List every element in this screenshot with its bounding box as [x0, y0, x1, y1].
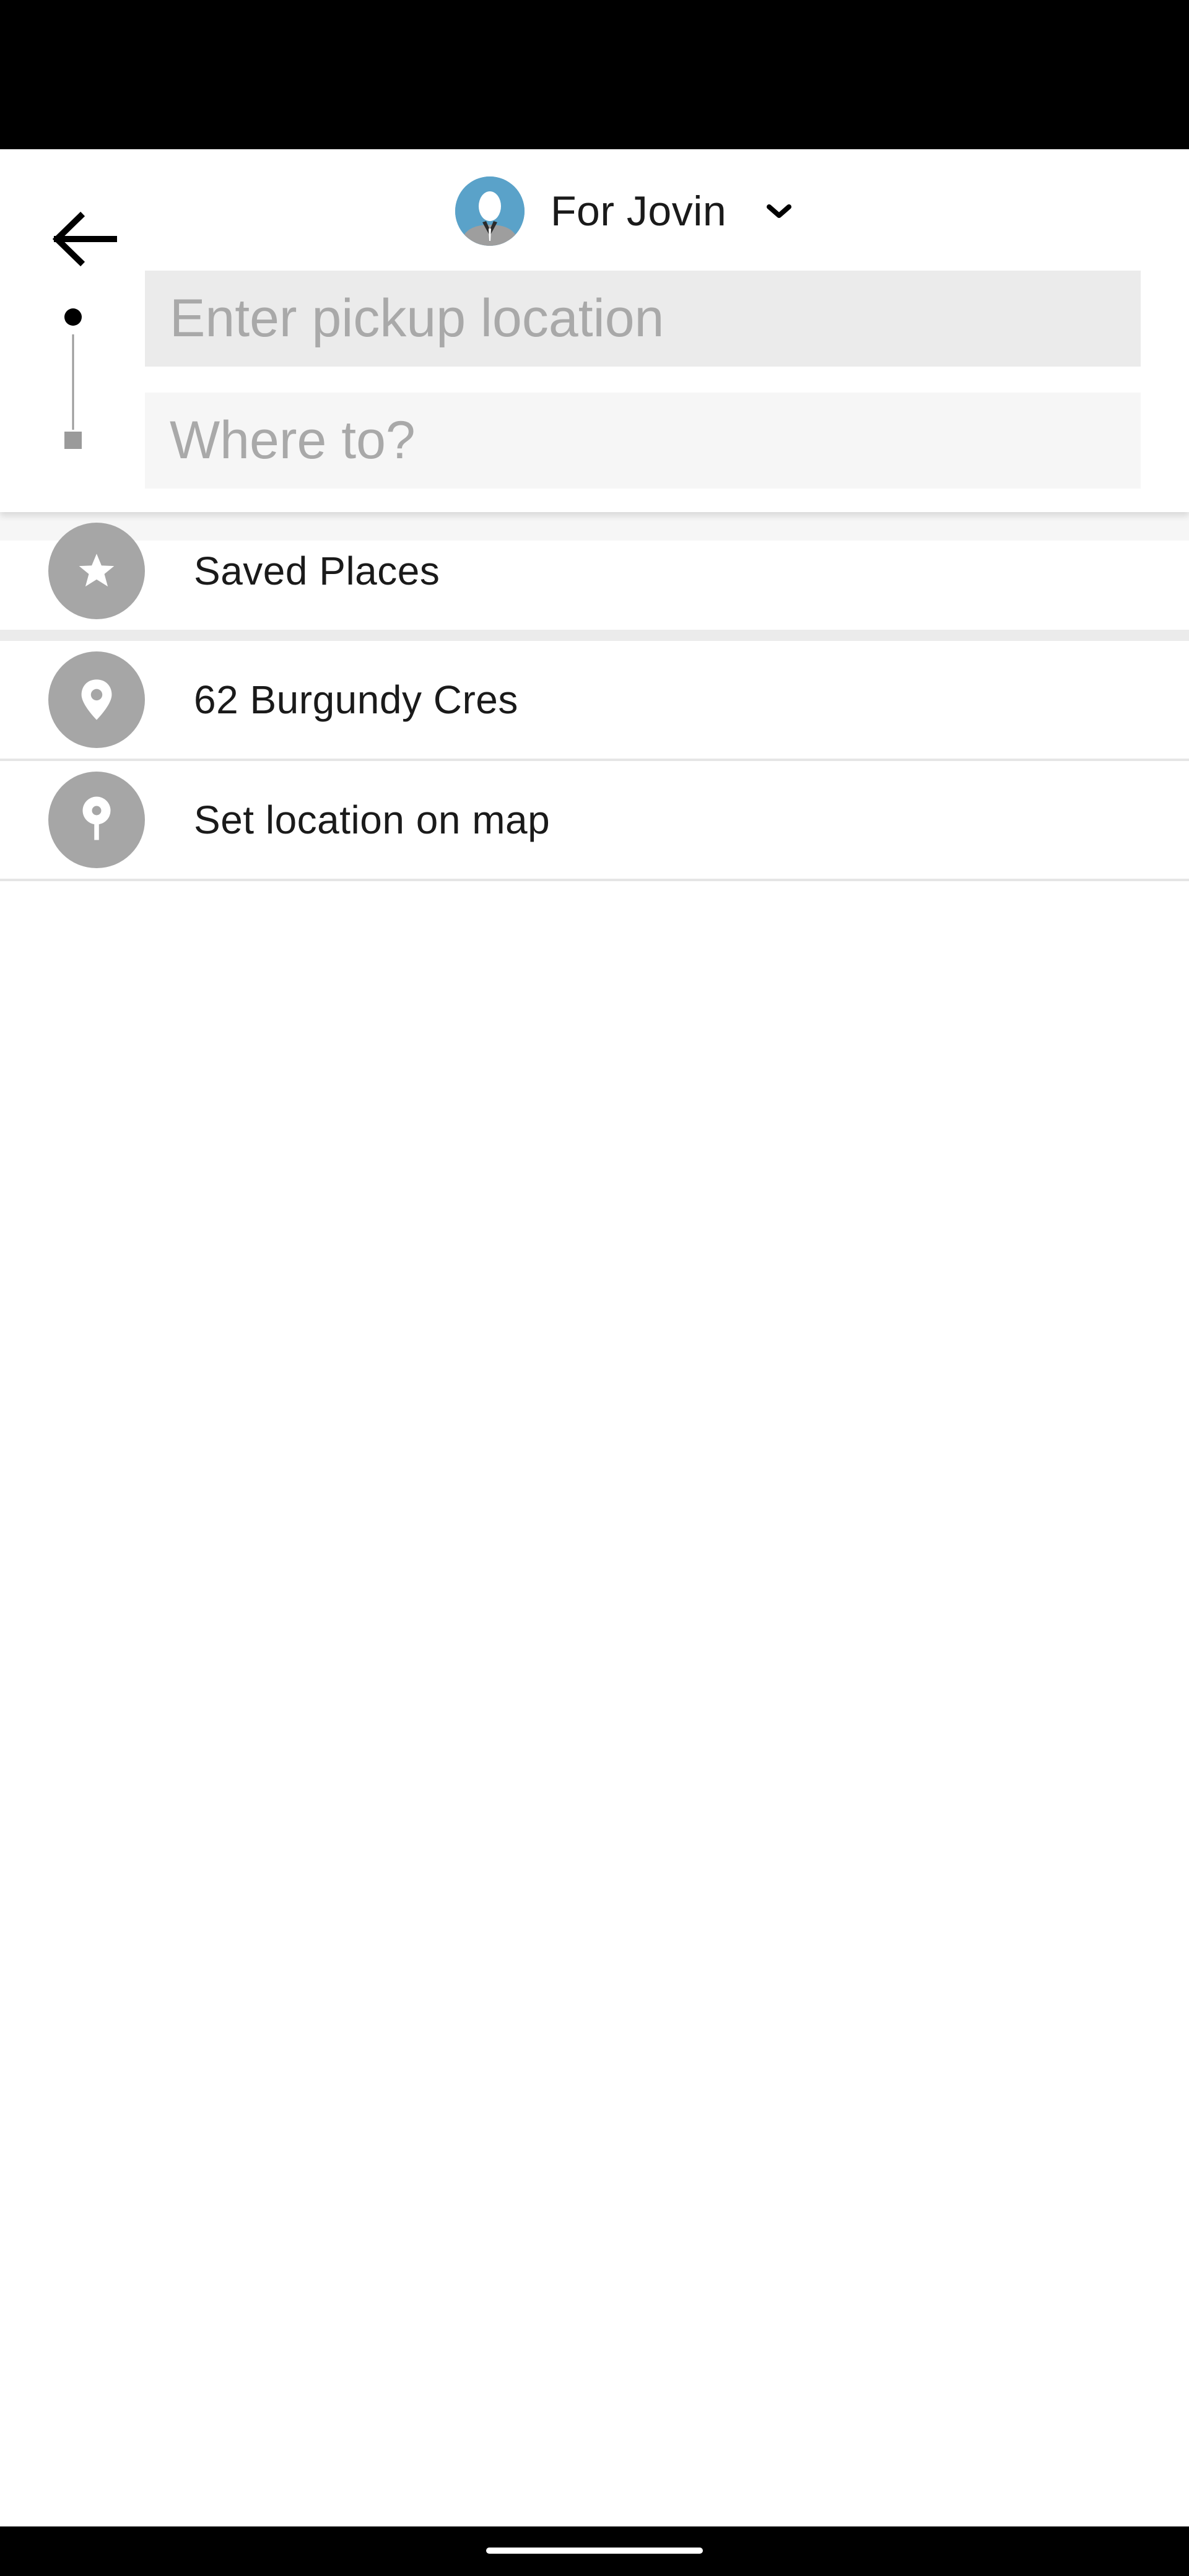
pickup-location-input[interactable] [145, 271, 1141, 367]
set-location-on-map-item[interactable]: Set location on map [0, 761, 1189, 879]
list-item-label: Set location on map [194, 798, 551, 842]
rider-label: For Jovin [551, 187, 727, 235]
arrow-left-icon [52, 211, 117, 267]
destination-input[interactable] [145, 393, 1141, 489]
search-header: For Jovin [0, 149, 1189, 512]
back-button[interactable] [43, 199, 124, 279]
section-divider [0, 630, 1189, 641]
recent-location-item[interactable]: 62 Burgundy Cres [0, 641, 1189, 759]
navigation-bar [0, 2526, 1189, 2576]
route-indicator [64, 308, 82, 449]
screen: For Jovin Saved Places [0, 0, 1189, 2576]
row-divider [0, 879, 1189, 881]
home-indicator[interactable] [486, 2548, 703, 2554]
avatar [455, 176, 525, 246]
map-pin-icon [48, 772, 145, 868]
suggestion-list: Saved Places 62 Burgundy Cres Set locati… [0, 512, 1189, 881]
location-pin-icon [48, 651, 145, 748]
avatar-icon [455, 176, 525, 246]
chevron-down-icon [764, 196, 795, 227]
list-item-label: Saved Places [194, 549, 440, 593]
saved-places-item[interactable]: Saved Places [0, 512, 1189, 630]
rider-selector[interactable]: For Jovin [455, 175, 795, 246]
status-bar [0, 0, 1189, 149]
list-item-label: 62 Burgundy Cres [194, 677, 518, 722]
